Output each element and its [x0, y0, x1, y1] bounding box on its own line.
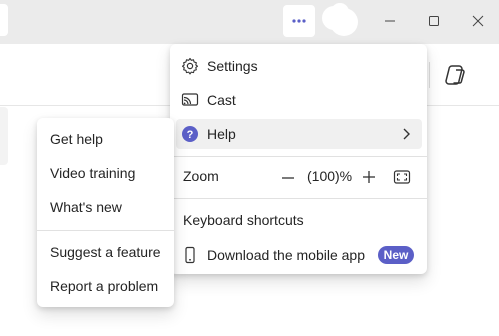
download-mobile-label: Download the mobile app — [207, 247, 365, 263]
copilot-icon[interactable] — [443, 62, 469, 88]
profile-avatar[interactable] — [320, 2, 360, 40]
more-horizontal-icon — [292, 19, 306, 23]
header-divider — [429, 62, 430, 88]
zoom-value: (100)% — [307, 168, 353, 184]
svg-text:?: ? — [187, 129, 194, 141]
gear-icon — [181, 57, 199, 75]
settings-label: Settings — [207, 58, 258, 74]
help-row-content: ? Help — [181, 125, 236, 143]
cast-icon — [181, 91, 199, 109]
help-label: Help — [207, 126, 236, 142]
left-panel-edge — [0, 107, 8, 165]
help-circle-icon: ? — [181, 125, 199, 143]
maximize-button[interactable] — [419, 6, 449, 36]
menu-item-keyboard-shortcuts[interactable]: Keyboard shortcuts — [183, 212, 304, 228]
close-button[interactable] — [463, 6, 493, 36]
zoom-in-plus-icon[interactable] — [361, 169, 377, 185]
zoom-label: Zoom — [183, 168, 219, 184]
submenu-item-get-help[interactable]: Get help — [50, 131, 103, 147]
help-submenu: Get help Video training What's new Sugge… — [37, 118, 174, 307]
menu-item-settings[interactable]: Settings — [181, 57, 258, 75]
submenu-item-suggest-feature[interactable]: Suggest a feature — [50, 244, 161, 260]
submenu-item-video-training[interactable]: Video training — [50, 165, 135, 181]
submenu-divider — [37, 230, 174, 231]
menu-divider — [170, 198, 427, 199]
cast-label: Cast — [207, 92, 236, 108]
more-options-button[interactable] — [283, 5, 315, 37]
maximize-icon — [429, 16, 439, 26]
close-icon — [472, 15, 484, 27]
menu-divider — [170, 156, 427, 157]
zoom-out-minus-icon[interactable] — [280, 171, 296, 185]
phone-icon — [181, 246, 199, 264]
chevron-right-icon — [403, 128, 410, 140]
more-options-menu: Settings Cast ? Help Zoom (100)% Keyboar… — [170, 44, 427, 274]
search-box-edge[interactable] — [0, 4, 8, 36]
menu-item-download-mobile-app[interactable]: Download the mobile app — [181, 246, 365, 264]
menu-item-cast[interactable]: Cast — [181, 91, 236, 109]
submenu-item-report-problem[interactable]: Report a problem — [50, 278, 158, 294]
submenu-item-whats-new[interactable]: What's new — [50, 199, 122, 215]
keyboard-shortcuts-label: Keyboard shortcuts — [183, 212, 304, 228]
zoom-row: Zoom — [183, 168, 219, 184]
minimize-icon — [385, 20, 395, 22]
minimize-button[interactable] — [375, 6, 405, 36]
new-badge: New — [378, 246, 414, 264]
fullscreen-icon[interactable] — [393, 169, 411, 185]
